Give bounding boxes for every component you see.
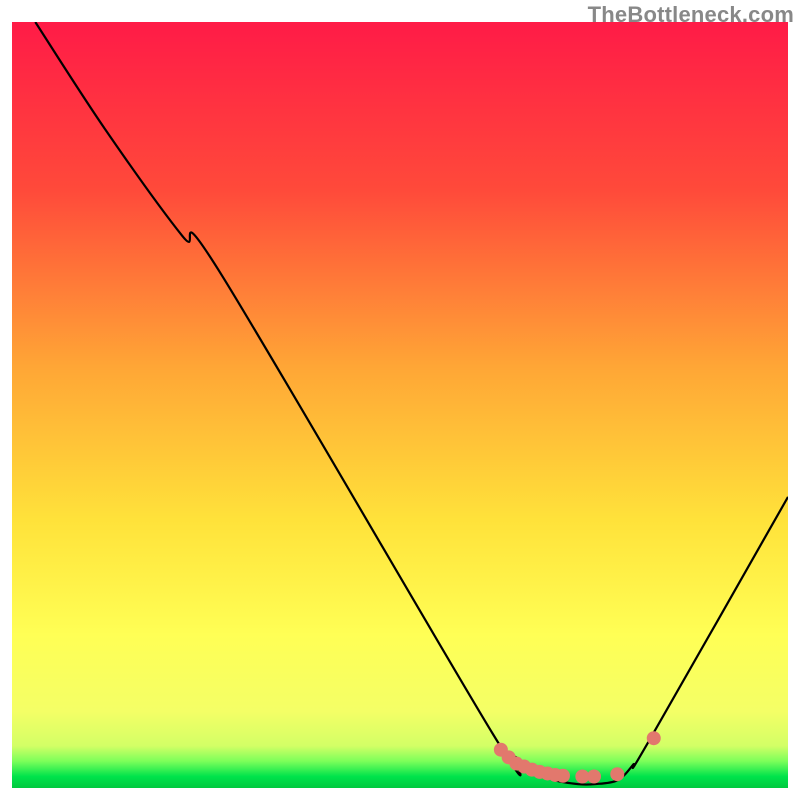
gradient-background (12, 22, 788, 788)
data-marker (610, 767, 624, 781)
attribution-label: TheBottleneck.com (588, 2, 794, 28)
data-marker (587, 770, 601, 784)
data-marker (556, 769, 570, 783)
data-marker (647, 731, 661, 745)
chart-svg (0, 0, 800, 800)
bottleneck-chart: TheBottleneck.com (0, 0, 800, 800)
